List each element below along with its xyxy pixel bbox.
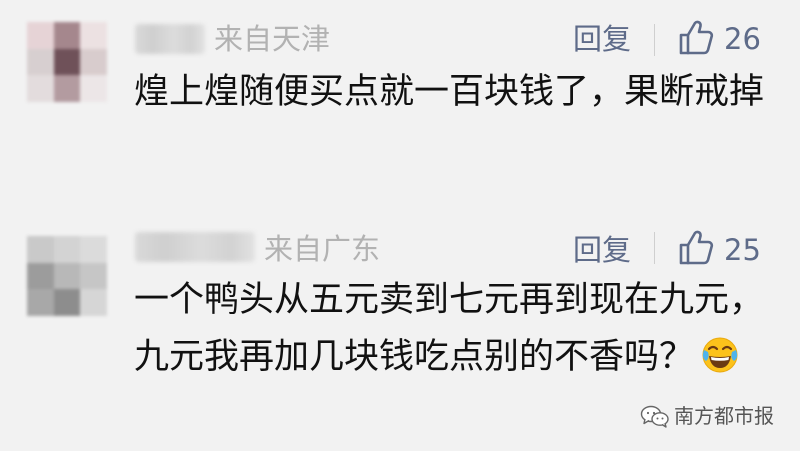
comment-text: 煌上煌随便买点就一百块钱了，果断戒掉	[134, 64, 774, 121]
action-divider	[654, 232, 655, 264]
avatar-pixel	[27, 75, 54, 102]
avatar[interactable]	[27, 236, 107, 316]
avatar-pixel	[53, 75, 81, 102]
username-blurred	[135, 24, 205, 54]
avatar[interactable]	[27, 22, 107, 102]
comment-item: 来自天津 回复 26 煌上煌随便买点就一百块钱了，果断戒掉	[0, 0, 800, 210]
avatar-pixel	[80, 289, 107, 316]
comment-location: 来自天津	[214, 22, 331, 56]
avatar-pixel	[53, 48, 81, 76]
avatar-pixel	[80, 48, 107, 76]
comment-text: 一个鸭头从五元卖到七元再到现在九元，九元我再加几块钱吃点别的不香吗？	[134, 272, 774, 386]
avatar-pixel	[27, 48, 54, 76]
laughing-crying-emoji-icon	[700, 334, 740, 374]
avatar-pixel	[53, 262, 81, 290]
avatar-pixel	[53, 236, 81, 263]
reply-button[interactable]: 回复	[573, 236, 631, 265]
source-watermark: 南方都市报	[640, 404, 774, 428]
like-button[interactable]	[676, 228, 716, 268]
thumbs-up-icon	[679, 20, 714, 55]
avatar-pixel	[27, 236, 54, 263]
watermark-text: 南方都市报	[674, 404, 774, 428]
avatar-pixel	[27, 262, 54, 290]
avatar-pixel	[80, 22, 107, 49]
comment-text-content: 煌上煌随便买点就一百块钱了，果断戒掉	[134, 72, 765, 112]
action-divider	[654, 24, 655, 56]
like-count: 26	[724, 22, 761, 56]
avatar-pixel	[80, 236, 107, 263]
like-count: 25	[724, 233, 761, 267]
wechat-icon	[640, 404, 670, 428]
avatar-pixel	[27, 289, 54, 316]
avatar-pixel	[80, 262, 107, 290]
avatar-pixel	[53, 289, 81, 316]
avatar-pixel	[53, 22, 81, 49]
avatar-pixel	[27, 22, 54, 49]
reply-button[interactable]: 回复	[573, 25, 631, 54]
comment-location: 来自广东	[264, 232, 381, 266]
thumbs-up-icon	[679, 230, 714, 265]
avatar-pixel	[80, 75, 107, 102]
comment-text-content: 一个鸭头从五元卖到七元再到现在九元，九元我再加几块钱吃点别的不香吗？	[134, 280, 765, 377]
like-button[interactable]	[676, 18, 716, 58]
username-blurred	[135, 232, 255, 262]
